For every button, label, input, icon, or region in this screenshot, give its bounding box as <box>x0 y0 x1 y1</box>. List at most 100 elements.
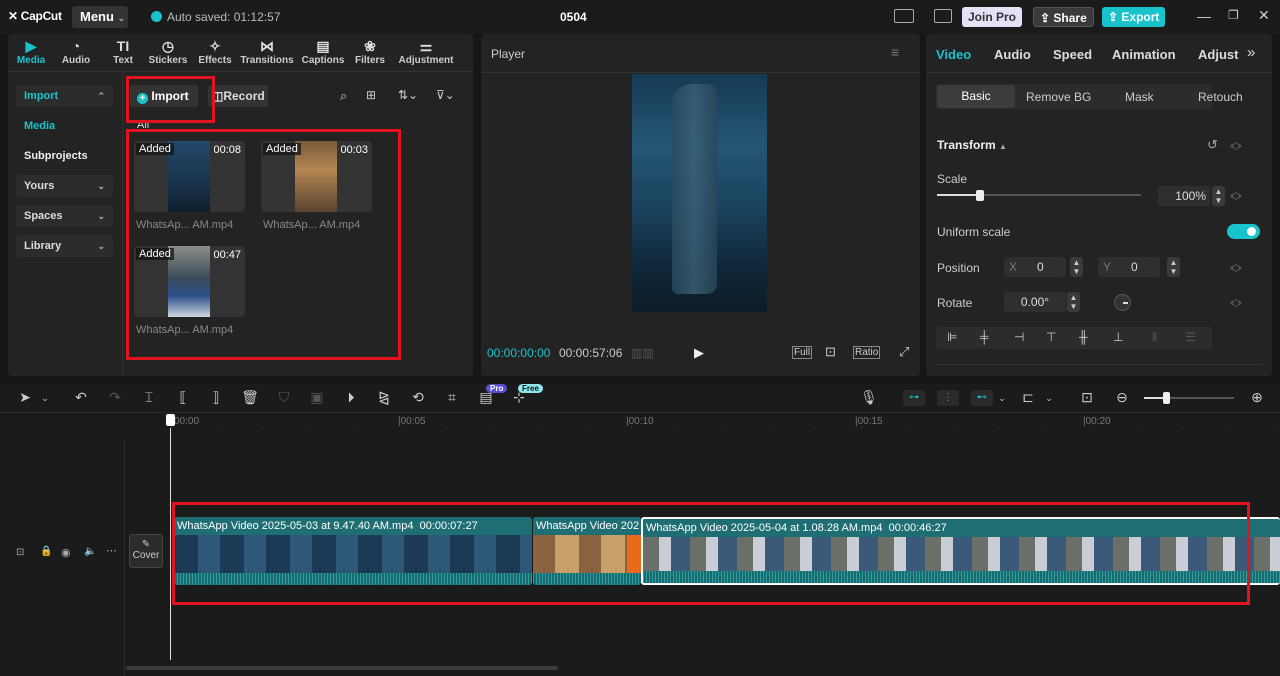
linkage-icon[interactable]: ⊷ <box>971 390 993 406</box>
sidebar-item-media[interactable]: Media <box>24 120 55 132</box>
playhead-handle[interactable] <box>166 414 175 426</box>
redo-icon[interactable]: ↷ <box>106 389 124 406</box>
transform-heading[interactable]: Transform ▲ <box>937 138 1007 152</box>
reset-icon[interactable]: ↺ <box>1207 137 1218 153</box>
more-tabs-icon[interactable]: » <box>1247 44 1255 61</box>
lock-icon[interactable]: 🔒 <box>40 546 52 557</box>
tab-speed[interactable]: Speed <box>1053 47 1092 62</box>
zoom-slider-handle[interactable] <box>1163 392 1170 404</box>
chevron-down-icon[interactable]: ⌄ <box>1040 393 1058 404</box>
select-tool-icon[interactable]: ➤ <box>16 389 34 406</box>
export-button[interactable]: ⇪ Export <box>1102 7 1166 27</box>
filter-all-label[interactable]: All <box>137 119 149 131</box>
share-button[interactable]: ⇪ Share <box>1033 7 1094 27</box>
align-center-v-icon[interactable]: ╫ <box>1079 330 1088 344</box>
close-icon[interactable]: ✕ <box>1258 7 1270 24</box>
align-center-h-icon[interactable]: ╪ <box>980 330 989 344</box>
align-right-icon[interactable]: ⊣ <box>1014 330 1024 344</box>
tab-audio-props[interactable]: Audio <box>994 47 1031 62</box>
scale-stepper[interactable]: ▲ ▼ <box>1212 186 1225 206</box>
sidebar-item-yours[interactable]: Yours ⌄ <box>16 175 113 197</box>
sidebar-item-library[interactable]: Library ⌄ <box>16 235 113 257</box>
delete-icon[interactable]: 🗑 <box>241 389 259 406</box>
scale-input[interactable]: 100% <box>1158 186 1210 206</box>
keyframe-icon[interactable]: ‹◇› <box>1230 189 1242 202</box>
filter-icon[interactable]: ⊽⌄ <box>436 88 455 102</box>
cover-button[interactable]: ✎ Cover <box>129 534 163 568</box>
rotate-dial[interactable] <box>1114 294 1131 311</box>
tab-effects[interactable]: ✧ Effects <box>196 38 234 66</box>
undo-icon[interactable]: ↶ <box>72 389 90 406</box>
timeline-clip[interactable]: WhatsApp Video 2025-05-03 at 9.47.40 AM.… <box>174 517 532 585</box>
minimize-icon[interactable]: — <box>1197 8 1211 24</box>
shortcut-icon[interactable] <box>934 9 952 23</box>
tab-filters[interactable]: ❀ Filters <box>352 38 388 66</box>
join-pro-button[interactable]: Join Pro <box>962 7 1023 27</box>
tab-captions[interactable]: ▤ Captions <box>300 38 346 66</box>
split-left-icon[interactable]: ⟦ <box>174 389 192 406</box>
play-icon[interactable]: ▶ <box>694 345 704 361</box>
distribute-v-icon[interactable]: ☰ <box>1185 330 1196 344</box>
tab-adjustment[interactable]: ⚌ Adjustment <box>396 38 456 66</box>
chevron-down-icon[interactable]: ⌄ <box>993 393 1011 404</box>
zoom-in-icon[interactable]: ⊕ <box>1248 389 1266 406</box>
sidebar-item-import[interactable]: Import ⌃ <box>16 85 113 107</box>
preview-axis-icon[interactable]: ⊏ <box>1019 389 1037 406</box>
split-icon[interactable]: ⌶ <box>140 389 158 406</box>
more-icon[interactable]: ⋯ <box>106 544 117 557</box>
fullscreen-icon[interactable]: ⤢ <box>899 344 909 360</box>
tab-transitions[interactable]: ⋈ Transitions <box>238 38 296 66</box>
keyframe-icon[interactable]: ‹◇› <box>1230 296 1242 309</box>
rotate-icon[interactable]: ⟲ <box>409 389 427 406</box>
rotate-input[interactable]: 0.00° <box>1004 292 1066 312</box>
crop-icon[interactable]: ⌗ <box>443 389 461 406</box>
position-x-stepper[interactable]: ▲ ▼ <box>1070 257 1083 277</box>
align-left-icon[interactable]: ⊫ <box>947 330 957 344</box>
microphone-icon[interactable]: 🎙 <box>860 389 878 406</box>
timeline-scrollbar[interactable] <box>126 666 558 670</box>
sidebar-item-subprojects[interactable]: Subprojects <box>24 150 88 162</box>
video-preview[interactable] <box>632 74 767 312</box>
scale-slider-handle[interactable] <box>976 190 984 201</box>
eye-icon[interactable]: ◉ <box>61 546 71 559</box>
import-button[interactable]: + Import <box>130 85 198 107</box>
tab-text[interactable]: TI Text <box>108 38 138 66</box>
media-item[interactable]: Added 00:08 <box>134 141 245 212</box>
player-menu-icon[interactable]: ≡ <box>891 44 899 60</box>
track-cover-icon[interactable]: ⊡ <box>16 547 24 558</box>
position-x-input[interactable]: X0 <box>1004 257 1066 277</box>
full-button[interactable]: Full <box>792 346 813 359</box>
mark-icon[interactable]: ⛉ <box>275 389 293 406</box>
distribute-h-icon[interactable]: ⫴ <box>1152 330 1157 345</box>
subtab-mask[interactable]: Mask <box>1125 90 1154 104</box>
split-right-icon[interactable]: ⟧ <box>207 389 225 406</box>
record-button[interactable]: ◫Record <box>208 85 268 107</box>
subtab-retouch[interactable]: Retouch <box>1198 90 1243 104</box>
sidebar-item-spaces[interactable]: Spaces ⌄ <box>16 205 113 227</box>
audio-mute-icon[interactable]: 🔈 <box>84 546 96 557</box>
tab-adjust[interactable]: Adjust <box>1198 47 1238 62</box>
zoom-out-icon[interactable]: ⊖ <box>1113 389 1131 406</box>
tab-audio[interactable]: ◔ Audio <box>58 38 94 66</box>
keyframe-icon[interactable]: ‹◇› <box>1230 139 1242 152</box>
mirror-icon[interactable]: ⧎ <box>375 389 393 406</box>
auto-snap-icon[interactable]: ⋮ <box>937 390 959 406</box>
rotate-stepper[interactable]: ▲ ▼ <box>1067 292 1080 312</box>
media-item[interactable]: Added 00:03 <box>261 141 372 212</box>
playhead[interactable] <box>170 428 171 660</box>
tab-animation[interactable]: Animation <box>1112 47 1176 62</box>
subtab-basic[interactable]: Basic <box>937 85 1015 108</box>
position-y-stepper[interactable]: ▲ ▼ <box>1167 257 1180 277</box>
sort-icon[interactable]: ⇅⌄ <box>398 88 418 102</box>
chevron-down-icon[interactable]: ⌄ <box>36 393 54 404</box>
fit-timeline-icon[interactable]: ⊡ <box>1078 389 1096 406</box>
tab-stickers[interactable]: ◷ Stickers <box>146 38 190 66</box>
layout-icon[interactable] <box>894 9 914 23</box>
media-item[interactable]: Added 00:47 <box>134 246 245 317</box>
tab-media[interactable]: ▶ Media <box>14 38 48 66</box>
tab-video[interactable]: Video <box>936 47 971 62</box>
menu-button[interactable]: Menu ⌄ <box>72 6 128 28</box>
subtab-remove-bg[interactable]: Remove BG <box>1026 90 1091 104</box>
grid-view-icon[interactable]: ⊞ <box>366 88 376 102</box>
search-icon[interactable]: ⌕ <box>340 88 347 104</box>
